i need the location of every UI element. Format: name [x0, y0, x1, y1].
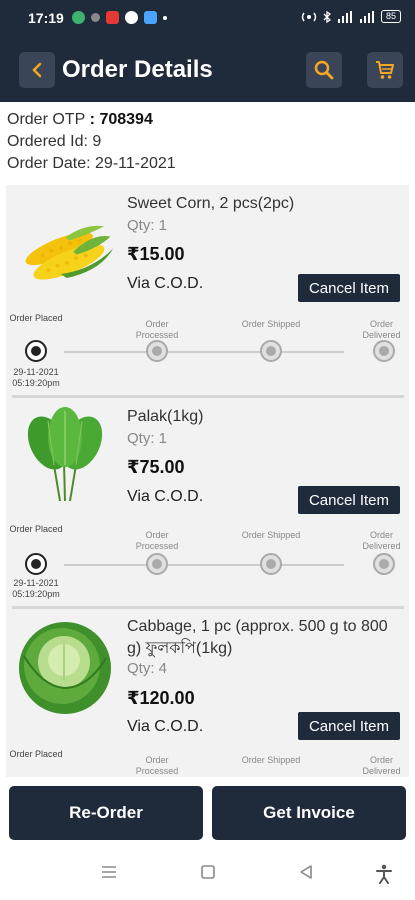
accessibility-icon[interactable]: [375, 864, 393, 884]
item-qty: Qty: 1: [127, 217, 168, 234]
signal-icon: [337, 10, 352, 23]
step-label-processed: Order Processed: [135, 530, 179, 551]
product-image-cabbage: [19, 622, 111, 714]
item-payment: Via C.O.D.: [127, 718, 204, 735]
step-label-delivered: Order Delivered: [362, 319, 401, 340]
triangle-back-icon[interactable]: [298, 864, 314, 880]
item-payment: Via C.O.D.: [127, 275, 204, 292]
item-qty: Qty: 1: [127, 430, 168, 447]
search-icon: [314, 60, 334, 80]
battery-icon: 85: [380, 10, 401, 23]
order-info: Order OTP : 708394 Ordered Id: 9 Order D…: [7, 109, 176, 175]
back-button[interactable]: [19, 52, 55, 88]
cancel-item-button[interactable]: Cancel Item: [298, 486, 400, 514]
app-notification-icon: [91, 13, 100, 22]
page-title: Order Details: [62, 56, 213, 83]
app-notification-icon: [106, 11, 119, 24]
status-bar: 17:19 85: [0, 0, 415, 36]
app-bar: Order Details: [0, 36, 415, 102]
app-notification-icon: [72, 11, 85, 24]
step-label-placed: Order Placed: [9, 524, 63, 534]
step-label-delivered: Order Delivered: [362, 755, 401, 776]
status-time: 17:19: [28, 10, 64, 26]
signal-icon: [359, 10, 374, 23]
search-button[interactable]: [306, 52, 342, 88]
more-dot-icon: [163, 16, 167, 20]
cancel-item-button[interactable]: Cancel Item: [298, 274, 400, 302]
step-time: 05:19:20pm: [12, 589, 60, 599]
order-items-list[interactable]: Sweet Corn, 2 pcs(2pc) Qty: 1 ₹15.00 Via…: [6, 185, 409, 777]
cart-icon: [376, 61, 394, 79]
step-label-placed: Order Placed: [9, 313, 63, 323]
step-date: 29-11-2021: [13, 578, 59, 588]
list-item: Sweet Corn, 2 pcs(2pc) Qty: 1 ₹15.00 Via…: [6, 185, 409, 398]
order-tracker: Order Placed Order Processed Order Shipp…: [6, 309, 409, 389]
item-name: Sweet Corn, 2 pcs(2pc): [127, 195, 295, 212]
order-tracker: Order Placed Order Processed Order Shipp…: [6, 749, 409, 777]
step-time: 05:19:20pm: [12, 378, 60, 388]
cart-button[interactable]: [367, 52, 403, 88]
product-image-corn: [25, 225, 114, 280]
step-label-placed: Order Placed: [9, 749, 63, 759]
get-invoice-button[interactable]: Get Invoice: [212, 786, 406, 840]
product-image-spinach: [27, 407, 103, 502]
menu-icon[interactable]: [101, 864, 117, 880]
item-payment: Via C.O.D.: [127, 488, 204, 505]
step-dot-delivered: [373, 340, 395, 362]
step-dot-processed: [146, 553, 168, 575]
notification-icons: [72, 11, 167, 24]
chevron-left-icon: [32, 62, 42, 78]
tracker-line: [64, 351, 344, 353]
step-label-shipped: Order Shipped: [241, 319, 301, 329]
reorder-button[interactable]: Re-Order: [9, 786, 203, 840]
item-name: Palak(1kg): [127, 408, 204, 425]
step-dot-processed: [146, 340, 168, 362]
app-notification-icon: [144, 11, 157, 24]
hotspot-icon: [301, 12, 317, 21]
system-nav-bar: [0, 848, 415, 900]
step-dot-delivered: [373, 553, 395, 575]
step-dot-placed: [25, 553, 47, 575]
order-date: Order Date: 29-11-2021: [7, 155, 176, 172]
step-dot-shipped: [260, 553, 282, 575]
item-price: ₹120.00: [127, 688, 195, 708]
step-date: 29-11-2021: [13, 367, 59, 377]
item-price: ₹15.00: [127, 244, 185, 264]
item-name: Cabbage, 1 pc (approx. 500 g to 800 g) ফ…: [127, 618, 388, 657]
item-price: ₹75.00: [127, 457, 185, 477]
order-id: Ordered Id: 9: [7, 133, 102, 150]
app-notification-icon: [125, 11, 138, 24]
step-dot-shipped: [260, 340, 282, 362]
square-icon[interactable]: [200, 864, 216, 880]
item-qty: Qty: 4: [127, 660, 168, 677]
bluetooth-icon: [323, 10, 331, 23]
cancel-item-button[interactable]: Cancel Item: [298, 712, 400, 740]
step-label-delivered: Order Delivered: [362, 530, 401, 551]
list-item: Cabbage, 1 pc (approx. 500 g to 800 g) ফ…: [6, 609, 409, 777]
list-item: Palak(1kg) Qty: 1 ₹75.00 Via C.O.D. Canc…: [6, 398, 409, 610]
order-tracker: Order Placed Order Processed Order Shipp…: [6, 522, 409, 602]
step-label-processed: Order Processed: [135, 755, 179, 776]
step-label-shipped: Order Shipped: [241, 530, 301, 540]
step-label-shipped: Order Shipped: [241, 755, 301, 765]
system-status: 85: [301, 10, 401, 23]
step-dot-placed: [25, 340, 47, 362]
tracker-line: [64, 564, 344, 566]
order-otp: Order OTP : 708394: [7, 111, 153, 128]
step-label-processed: Order Processed: [135, 319, 179, 340]
